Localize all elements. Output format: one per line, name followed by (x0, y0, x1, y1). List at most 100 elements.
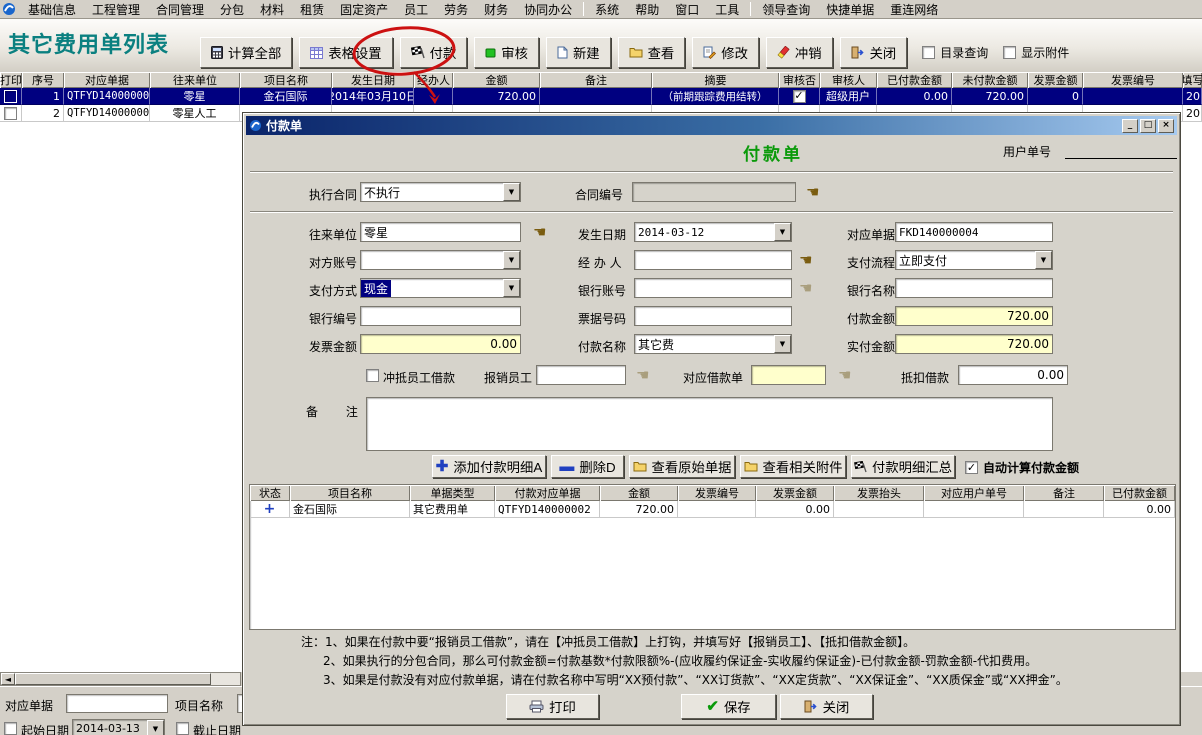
menu-item[interactable]: 财务 (476, 0, 516, 19)
picker-hand-icon[interactable]: ☚ (806, 185, 819, 200)
picker-hand-icon[interactable]: ☚ (636, 368, 649, 383)
picker-hand-icon[interactable]: ☚ (533, 225, 546, 240)
invoice-amount-input[interactable]: 0.00 (360, 334, 521, 354)
dir-query-checkbox[interactable]: 目录查询 (922, 37, 988, 68)
view-original-button[interactable]: 查看原始单据 (629, 455, 735, 478)
picker-hand-icon[interactable]: ☚ (799, 281, 812, 296)
scroll-left-icon[interactable]: ◄ (1, 673, 15, 685)
table-row[interactable]: 1 QTFYD140000002 零星 金石国际 2014年03月10日 720… (0, 88, 1202, 105)
view-button[interactable]: 查看 (618, 37, 686, 68)
detail-row[interactable]: + 金石国际 其它费用单 QTFYD140000002 720.00 0.00 … (250, 501, 1175, 518)
chevron-down-icon[interactable]: ▼ (774, 223, 791, 241)
menu-item[interactable]: 材料 (252, 0, 292, 19)
vendor-input[interactable]: 零星 (360, 222, 521, 242)
offset-loan-checkbox[interactable] (366, 369, 379, 382)
add-detail-button[interactable]: ✚ 添加付款明细A (432, 455, 546, 478)
pay-flow-select[interactable]: 立即支付 ▼ (895, 250, 1053, 270)
column-header[interactable]: 序号 (22, 72, 64, 88)
reimburse-emp-input[interactable] (536, 365, 626, 385)
print-checkbox[interactable] (4, 107, 17, 120)
restore-icon[interactable]: □ (1140, 119, 1156, 133)
detail-summary-button[interactable]: 付款明细汇总 (851, 455, 955, 478)
auto-calc-checkbox[interactable]: 自动计算付款金额 (965, 459, 1079, 476)
menu-item[interactable]: 快捷单据 (818, 0, 882, 19)
bank-name-input[interactable] (895, 278, 1053, 298)
column-header[interactable]: 摘要 (652, 72, 779, 88)
menu-item[interactable]: 协同办公 (516, 0, 580, 19)
pay-name-select[interactable]: 其它费 ▼ (634, 334, 792, 354)
column-header[interactable]: 发生日期 (332, 72, 414, 88)
chevron-down-icon[interactable]: ▼ (1035, 251, 1052, 269)
chevron-down-icon[interactable]: ▼ (503, 251, 520, 269)
column-header[interactable]: 付款对应单据 (495, 485, 600, 501)
new-button[interactable]: 新建 (546, 37, 611, 68)
column-header[interactable]: 发票抬头 (834, 485, 924, 501)
print-checkbox[interactable] (4, 90, 17, 103)
chevron-down-icon[interactable]: ▼ (503, 183, 520, 201)
end-date-checkbox[interactable] (176, 722, 189, 735)
column-header[interactable]: 状态 (250, 485, 290, 501)
filter-doc-input[interactable] (66, 694, 168, 713)
chevron-down-icon[interactable]: ▼ (147, 720, 164, 735)
contract-no-input[interactable] (632, 182, 796, 202)
menu-item[interactable]: 租赁 (292, 0, 332, 19)
ref-doc-input[interactable]: FKD140000004 (895, 222, 1053, 242)
menu-item[interactable]: 领导查询 (754, 0, 818, 19)
counter-account-select[interactable]: ▼ (360, 250, 521, 270)
menu-item[interactable]: 劳务 (436, 0, 476, 19)
close-icon[interactable]: × (1158, 119, 1174, 133)
close-button[interactable]: 关闭 (840, 37, 908, 68)
view-attachment-button[interactable]: 查看相关附件 (740, 455, 846, 478)
menu-item[interactable]: 系统 (587, 0, 627, 19)
menu-item[interactable]: 固定资产 (332, 0, 396, 19)
picker-hand-icon[interactable]: ☚ (838, 368, 851, 383)
pay-button[interactable]: 付款 (400, 37, 468, 68)
column-header[interactable]: 对应用户单号 (924, 485, 1024, 501)
audit-checkbox[interactable] (793, 90, 806, 103)
actual-amount-input[interactable]: 720.00 (895, 334, 1053, 354)
loan-doc-input[interactable] (751, 365, 826, 385)
menu-item[interactable]: 重连网络 (882, 0, 946, 19)
exec-contract-select[interactable]: 不执行 ▼ (360, 182, 521, 202)
dialog-close-button[interactable]: 关闭 (780, 694, 873, 719)
occur-date-select[interactable]: 2014-03-12 ▼ (634, 222, 792, 242)
reverse-button[interactable]: 冲销 (766, 37, 833, 68)
menu-item[interactable]: 合同管理 (148, 0, 212, 19)
column-header[interactable]: 项目名称 (240, 72, 332, 88)
column-header[interactable]: 打印 (0, 72, 22, 88)
column-header[interactable]: 发票编号 (678, 485, 756, 501)
column-header[interactable]: 已付款金额 (1104, 485, 1175, 501)
column-header[interactable]: 项目名称 (290, 485, 410, 501)
menu-item[interactable]: 分包 (212, 0, 252, 19)
dialog-titlebar[interactable]: 付款单 _ □ × (246, 116, 1177, 135)
column-header[interactable]: 未付款金额 (952, 72, 1028, 88)
pay-method-select[interactable]: 现金 ▼ (360, 278, 521, 298)
column-header[interactable]: 发票编号 (1083, 72, 1183, 88)
start-date-checkbox[interactable] (4, 722, 17, 735)
column-header[interactable]: 对应单据 (64, 72, 150, 88)
delete-detail-button[interactable]: ▬ 删除D (551, 455, 624, 478)
column-header[interactable]: 已付款金额 (877, 72, 952, 88)
handler-input[interactable] (634, 250, 792, 270)
column-header[interactable]: 发票金额 (1028, 72, 1083, 88)
column-header[interactable]: 单据类型 (410, 485, 495, 501)
bank-code-input[interactable] (360, 306, 521, 326)
remark-textarea[interactable] (366, 397, 1053, 451)
menu-item[interactable]: 工程管理 (84, 0, 148, 19)
menu-item[interactable]: 员工 (396, 0, 436, 19)
chevron-down-icon[interactable]: ▼ (774, 335, 791, 353)
table-settings-button[interactable]: 表格设置 (299, 37, 392, 68)
menu-item[interactable]: 窗口 (667, 0, 707, 19)
deduct-loan-input[interactable]: 0.00 (958, 365, 1068, 385)
minimize-icon[interactable]: _ (1122, 119, 1138, 133)
audit-button[interactable]: 审核 (474, 37, 539, 68)
picker-hand-icon[interactable]: ☚ (799, 253, 812, 268)
horizontal-scrollbar[interactable]: ◄ (0, 672, 241, 686)
column-header[interactable]: 经办人 (414, 72, 453, 88)
pay-amount-input[interactable]: 720.00 (895, 306, 1053, 326)
menu-item[interactable]: 工具 (707, 0, 747, 19)
column-header[interactable]: 审核否 (779, 72, 820, 88)
column-header[interactable]: 发票金额 (756, 485, 834, 501)
save-button[interactable]: ✔ 保存 (681, 694, 776, 719)
bill-no-input[interactable] (634, 306, 792, 326)
